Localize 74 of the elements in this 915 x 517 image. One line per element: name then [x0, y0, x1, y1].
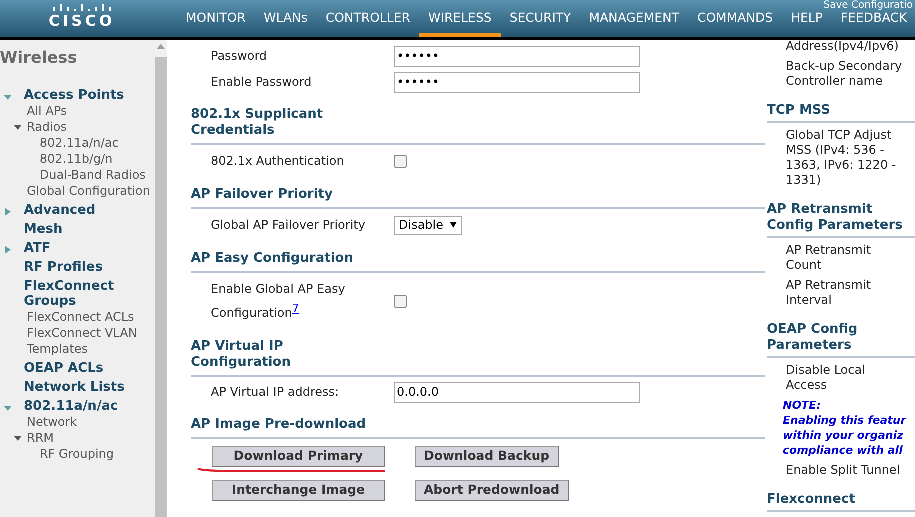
setting-label: Back-up Secondary Controller name: [786, 59, 904, 89]
sidebar-link[interactable]: Network: [27, 414, 153, 430]
caret-right-icon[interactable]: [4, 246, 12, 254]
nav-tab[interactable]: MONITOR: [177, 9, 255, 37]
field-label: Enable Password: [211, 74, 313, 91]
section-title: Flexconnect: [767, 492, 856, 508]
nav-tab[interactable]: MANAGEMENT: [580, 9, 688, 37]
field-label: Password: [211, 48, 268, 65]
password-field[interactable]: ••••••: [394, 46, 640, 66]
sidebar-title: Wireless: [0, 47, 78, 69]
caret-down-icon: [450, 222, 457, 228]
setting-label: AP Retransmit Count: [786, 243, 872, 273]
nav-tab[interactable]: HELP: [782, 9, 832, 37]
section-title: AP Retransmit Config Parameters: [767, 202, 904, 234]
sidebar-link[interactable]: Global Configuration: [27, 183, 153, 199]
sidebar-heading[interactable]: 802.11a/n/ac: [24, 399, 144, 414]
section-title: AP Failover Priority: [191, 187, 334, 203]
caret-down-icon[interactable]: [14, 434, 22, 442]
action-button[interactable]: Download Backup: [415, 446, 559, 467]
note-text: within your organiz: [783, 428, 905, 443]
input-field[interactable]: 0.0.0.0: [394, 382, 640, 402]
sidebar-link[interactable]: 802.11a/n/ac: [40, 135, 155, 151]
sidebar-heading[interactable]: OEAP ACLs: [24, 361, 144, 376]
logo-text: CISCO: [48, 12, 116, 30]
setting-label: AP Retransmit Interval: [786, 278, 872, 308]
action-button[interactable]: Download Primary: [212, 446, 385, 467]
caret-right-icon[interactable]: [4, 208, 12, 216]
setting-label: Global TCP Adjust MSS (IPv4: 536 - 1363, IPv6: 1220 - 1331): [786, 128, 898, 188]
action-button[interactable]: Abort Predownload: [415, 480, 569, 501]
scroll-up-icon[interactable]: [157, 44, 165, 49]
caret-down-icon[interactable]: [14, 123, 22, 131]
nav-tab[interactable]: FEEDBACK: [832, 9, 915, 37]
section-title: AP Virtual IP Configuration: [191, 339, 292, 371]
sidebar-link[interactable]: RRM: [27, 430, 153, 446]
setting-label: Address(Ipv4/Ipv6): [786, 39, 900, 54]
section-title: AP Image Pre-download: [191, 417, 368, 433]
setting-label: Disable Local Access: [786, 363, 866, 393]
section-title: AP Easy Configuration: [191, 251, 354, 267]
note-text: Enabling this featur: [783, 413, 908, 428]
sidebar-link[interactable]: All APs: [27, 103, 153, 119]
sidebar-link[interactable]: FlexConnect VLAN Templates: [27, 325, 153, 357]
sidebar-link[interactable]: 802.11b/g/n: [40, 151, 155, 167]
note-text: compliance with all: [783, 443, 904, 458]
sidebar-heading[interactable]: Access Points: [24, 88, 144, 103]
logo-bars-icon: [52, 2, 112, 12]
section-title: TCP MSS: [767, 103, 832, 119]
sidebar-heading[interactable]: Network Lists: [24, 380, 144, 395]
sidebar-heading[interactable]: FlexConnect Groups: [24, 279, 144, 309]
dropdown[interactable]: Disable: [394, 216, 462, 234]
nav-tab[interactable]: SECURITY: [500, 9, 580, 37]
sidebar-link[interactable]: Dual-Band Radios: [40, 167, 155, 183]
nav-tab[interactable]: COMMANDS: [688, 9, 782, 37]
sidebar-link[interactable]: FlexConnect ACLs: [27, 309, 153, 325]
sidebar-heading[interactable]: RF Profiles: [24, 260, 144, 275]
footnote-link[interactable]: 7: [292, 302, 300, 315]
section-title: OEAP Config Parameters: [767, 322, 859, 354]
save-configuration-link[interactable]: Save Configuratio: [824, 0, 913, 11]
nav-tab[interactable]: WLANs: [254, 9, 317, 37]
checkbox[interactable]: [394, 294, 407, 308]
sidebar-link[interactable]: RF Grouping: [40, 446, 155, 462]
checkbox[interactable]: [394, 154, 407, 168]
field-label: Global AP Failover Priority: [211, 217, 366, 234]
sidebar-heading[interactable]: ATF: [24, 241, 144, 256]
field-label: AP Virtual IP address:: [211, 384, 340, 401]
note-text: NOTE:: [783, 398, 822, 413]
setting-label: Enable Split Tunnel: [786, 463, 902, 478]
section-title: 802.1x Supplicant Credentials: [191, 107, 324, 139]
field-label: 802.1x Authentication: [211, 153, 346, 170]
nav-tab[interactable]: CONTROLLER: [316, 9, 420, 37]
sidebar-heading[interactable]: Advanced: [24, 203, 144, 218]
password-field[interactable]: ••••••: [394, 72, 640, 92]
action-button[interactable]: Interchange Image: [212, 480, 385, 501]
sidebar-link[interactable]: Radios: [27, 119, 153, 135]
sidebar-heading[interactable]: Mesh: [24, 222, 144, 237]
